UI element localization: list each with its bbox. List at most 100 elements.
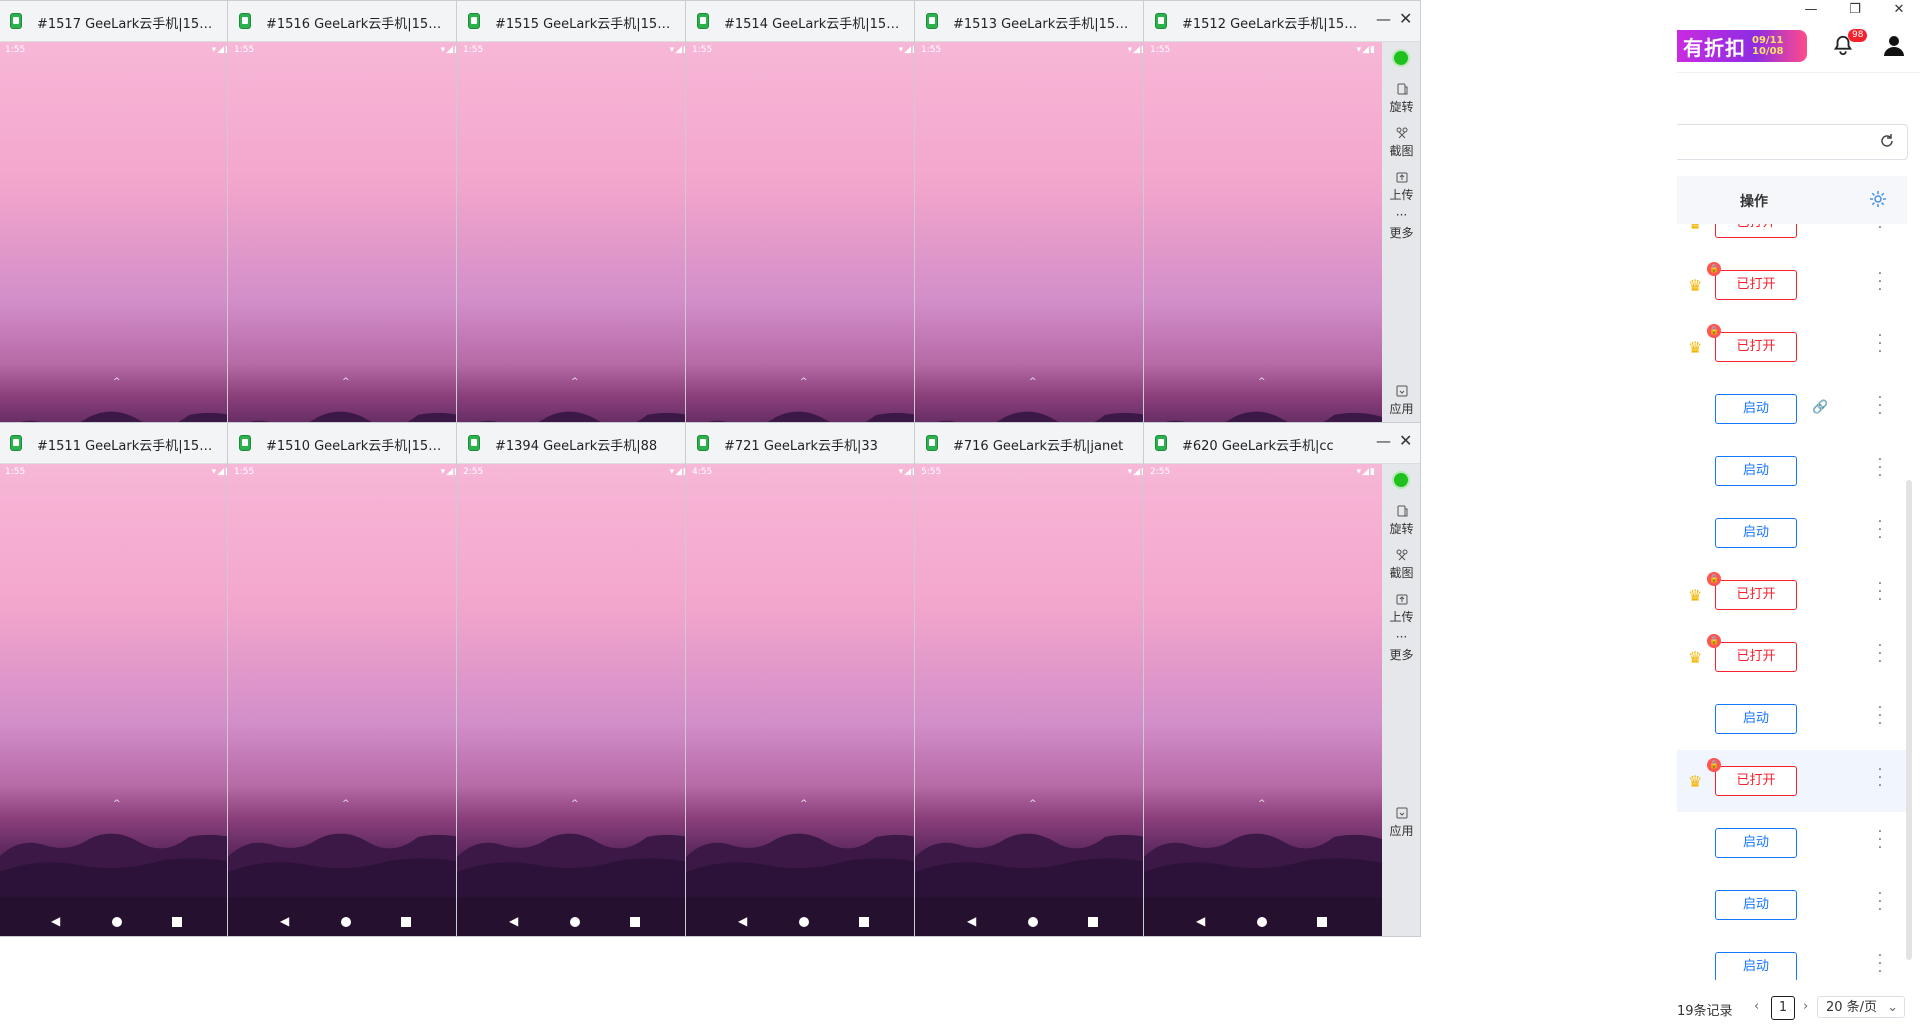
more-button[interactable]: ··· 更多	[1382, 630, 1420, 663]
window-titlebar[interactable]: #1512 GeeLark云手机|1512 ... — ✕	[1144, 1, 1420, 42]
window-title: #1514 GeeLark云手机|1514 ...	[724, 17, 904, 32]
next-page-icon[interactable]: ›	[1803, 999, 1808, 1014]
upload-button[interactable]: 上传	[1382, 170, 1420, 203]
prev-page-icon[interactable]: ‹	[1754, 999, 1759, 1014]
mountains-wallpaper	[915, 833, 1153, 897]
upload-label: 上传	[1389, 610, 1414, 624]
back-icon[interactable]: ◀	[280, 914, 289, 928]
minimize-window-icon[interactable]: —	[1801, 2, 1821, 17]
phone-app-icon	[926, 13, 938, 29]
apps-button[interactable]: 应用	[1382, 384, 1420, 417]
phone-screen[interactable]: 1:55▾◢▮^◀	[228, 464, 466, 936]
phone-screen[interactable]: 2:55 ▾◢▮ ^ ◀	[1144, 464, 1382, 936]
more-actions-icon[interactable]: ···	[1877, 453, 1883, 483]
recents-icon[interactable]	[630, 917, 640, 927]
minimize-icon[interactable]: —	[1376, 432, 1391, 450]
more-actions-icon[interactable]: ···	[1877, 887, 1883, 917]
upload-button[interactable]: 上传	[1382, 592, 1420, 625]
opened-button[interactable]: 已打开	[1715, 580, 1797, 610]
page-size-select[interactable]: 20 条/页 ⌄	[1817, 996, 1905, 1018]
crown-icon: ♛	[1688, 586, 1703, 605]
more-actions-icon[interactable]: ···	[1877, 224, 1883, 235]
search-bar[interactable]	[1677, 124, 1908, 160]
phone-window[interactable]: #620 GeeLark云手机|cc — ✕ 2:55 ▾◢▮ ^ ◀ 旋转 截图 上传 ··· 更多…	[1143, 422, 1421, 937]
window-title: #721 GeeLark云手机|33	[724, 439, 878, 454]
start-button[interactable]: 启动	[1715, 952, 1797, 980]
current-page-button[interactable]: 1	[1771, 996, 1795, 1020]
home-icon[interactable]	[570, 917, 580, 927]
opened-button[interactable]: 已打开	[1715, 766, 1797, 796]
window-titlebar[interactable]: #620 GeeLark云手机|cc — ✕	[1144, 423, 1420, 464]
recents-icon[interactable]	[401, 917, 411, 927]
more-actions-icon[interactable]: ···	[1877, 515, 1883, 545]
status-time: 2:55	[1150, 467, 1171, 477]
back-icon[interactable]: ◀	[738, 914, 747, 928]
opened-button[interactable]: 已打开	[1715, 642, 1797, 672]
phone-screen[interactable]: 1:55▾◢▮^◀	[0, 464, 237, 936]
opened-button[interactable]: 已打开	[1715, 224, 1797, 238]
table-row: ♛ 已打开🔒 ···	[1677, 750, 1907, 813]
more-actions-icon[interactable]: ···	[1877, 391, 1883, 421]
recents-icon[interactable]	[1088, 917, 1098, 927]
recents-icon[interactable]	[859, 917, 869, 927]
refresh-icon[interactable]	[1879, 133, 1895, 149]
phone-screen[interactable]: 2:55 ▾◢▮ ^ ◀	[457, 464, 695, 936]
more-actions-icon[interactable]: ···	[1877, 763, 1883, 793]
window-title: #1517 GeeLark云手机|1517 ...	[37, 17, 217, 32]
close-icon[interactable]: ✕	[1399, 431, 1412, 450]
more-actions-icon[interactable]: ···	[1877, 701, 1883, 731]
opened-button[interactable]: 已打开	[1715, 270, 1797, 300]
more-actions-icon[interactable]: ···	[1877, 267, 1883, 297]
lock-icon: 🔒	[1707, 262, 1721, 276]
screenshot-button[interactable]: 截图	[1382, 548, 1420, 581]
more-actions-icon[interactable]: ···	[1877, 825, 1883, 855]
start-button[interactable]: 启动	[1715, 394, 1797, 424]
user-icon[interactable]	[1882, 33, 1906, 57]
more-button[interactable]: ··· 更多	[1382, 208, 1420, 241]
phone-screen[interactable]: 5:55 ▾◢▮ ^ ◀	[915, 464, 1153, 936]
recents-icon[interactable]	[1317, 917, 1327, 927]
recents-icon[interactable]	[172, 917, 182, 927]
screenshot-button[interactable]: 截图	[1382, 126, 1420, 159]
close-icon[interactable]: ✕	[1399, 9, 1412, 28]
status-time: 1:55	[5, 45, 26, 55]
window-title: #1516 GeeLark云手机|1516 ...	[266, 17, 446, 32]
apps-button[interactable]: 应用	[1382, 806, 1420, 839]
more-actions-icon[interactable]: ···	[1877, 329, 1883, 359]
home-icon[interactable]	[799, 917, 809, 927]
start-button[interactable]: 启动	[1715, 704, 1797, 734]
start-button[interactable]: 启动	[1715, 828, 1797, 858]
more-actions-icon[interactable]: ···	[1877, 639, 1883, 669]
android-nav-bar: ◀	[0, 914, 237, 930]
phone-screen[interactable]: 4:55 ▾◢▮ ^ ◀	[686, 464, 924, 936]
opened-button[interactable]: 已打开	[1715, 332, 1797, 362]
table-row: 启动 · · ·	[1677, 440, 1907, 503]
home-icon[interactable]	[341, 917, 351, 927]
gear-icon[interactable]	[1869, 190, 1887, 208]
start-button[interactable]: 启动	[1715, 456, 1797, 486]
back-icon[interactable]: ◀	[967, 914, 976, 928]
start-button[interactable]: 启动	[1715, 518, 1797, 548]
lock-icon: 🔒	[1707, 572, 1721, 586]
close-window-icon[interactable]: ✕	[1889, 2, 1909, 17]
rotate-button[interactable]: 旋转	[1382, 504, 1420, 537]
link-icon[interactable]: 🔗	[1812, 400, 1828, 415]
home-icon[interactable]	[1028, 917, 1038, 927]
minimize-icon[interactable]: —	[1376, 10, 1391, 28]
start-button[interactable]: 启动	[1715, 890, 1797, 920]
rotate-button[interactable]: 旋转	[1382, 82, 1420, 115]
home-icon[interactable]	[112, 917, 122, 927]
table-scrollbar[interactable]	[1906, 480, 1912, 960]
status-icons: ▾◢▮	[1356, 45, 1376, 55]
home-icon[interactable]	[1257, 917, 1267, 927]
more-actions-icon[interactable]: ···	[1877, 577, 1883, 607]
crown-icon: ♛	[1688, 338, 1703, 357]
back-icon[interactable]: ◀	[51, 914, 60, 928]
restore-window-icon[interactable]: ❐	[1845, 2, 1865, 17]
phone-app-icon	[468, 13, 480, 29]
more-actions-icon[interactable]: ···	[1877, 949, 1883, 979]
back-icon[interactable]: ◀	[1196, 914, 1205, 928]
discount-promo-banner[interactable]: 有折扣 09/11 10/08	[1677, 30, 1807, 62]
promo-date-start: 09/11	[1752, 35, 1784, 46]
back-icon[interactable]: ◀	[509, 914, 518, 928]
